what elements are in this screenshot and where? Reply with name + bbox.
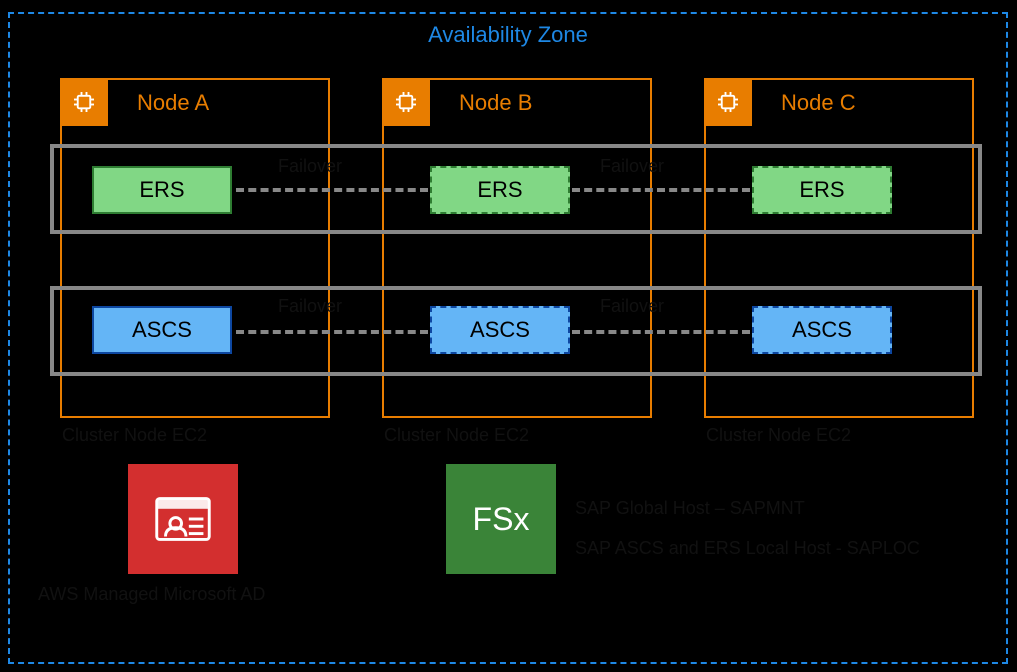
node-c-label: Node C <box>781 90 856 116</box>
failover-connector <box>236 188 428 192</box>
availability-zone-title: Availability Zone <box>428 22 588 48</box>
failover-connector <box>572 188 750 192</box>
node-b-icon-box <box>382 78 430 126</box>
node-a-icon-box <box>60 78 108 126</box>
availability-zone-container: Availability Zone Node A Cluster Node EC… <box>8 12 1008 664</box>
failover-connector <box>236 330 428 334</box>
node-b-footer: Cluster Node EC2 <box>384 425 529 446</box>
fsx-description: SAP Global Host – SAPMNT SAP ASCS and ER… <box>575 489 920 568</box>
ers-node-c: ERS <box>752 166 892 214</box>
aws-managed-ad-icon <box>128 464 238 574</box>
failover-label: Failover <box>278 296 342 317</box>
node-c-footer: Cluster Node EC2 <box>706 425 851 446</box>
node-b-label: Node B <box>459 90 532 116</box>
fsx-line-2: SAP ASCS and ERS Local Host - SAPLOC <box>575 529 920 569</box>
cpu-icon <box>69 87 99 117</box>
cpu-icon <box>391 87 421 117</box>
ers-node-a: ERS <box>92 166 232 214</box>
node-a-label: Node A <box>137 90 209 116</box>
ascs-node-c: ASCS <box>752 306 892 354</box>
fsx-icon: FSx <box>446 464 556 574</box>
aws-managed-ad-label: AWS Managed Microsoft AD <box>38 584 265 605</box>
failover-label: Failover <box>600 156 664 177</box>
failover-label: Failover <box>278 156 342 177</box>
failover-label: Failover <box>600 296 664 317</box>
fsx-line-1: SAP Global Host – SAPMNT <box>575 489 920 529</box>
node-c-icon-box <box>704 78 752 126</box>
fsx-icon-text: FSx <box>473 501 530 538</box>
failover-connector <box>572 330 750 334</box>
directory-icon <box>148 484 218 554</box>
ascs-node-a: ASCS <box>92 306 232 354</box>
ascs-node-b: ASCS <box>430 306 570 354</box>
ers-node-b: ERS <box>430 166 570 214</box>
node-a-footer: Cluster Node EC2 <box>62 425 207 446</box>
cpu-icon <box>713 87 743 117</box>
